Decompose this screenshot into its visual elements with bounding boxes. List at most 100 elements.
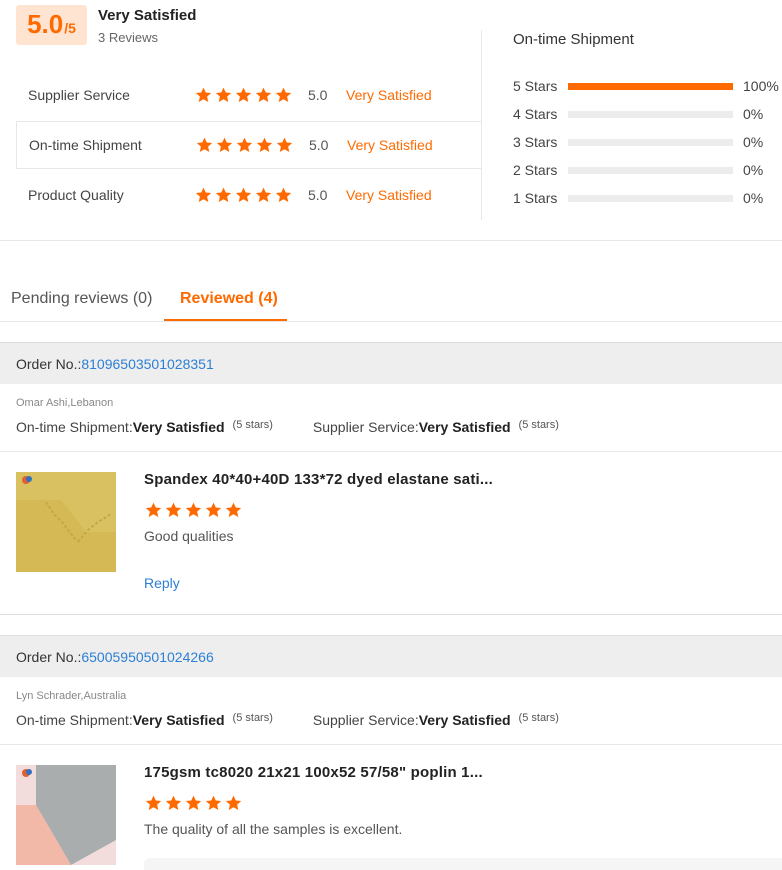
metric-value: 5.0 bbox=[309, 137, 329, 153]
star-rating bbox=[195, 136, 294, 154]
product-star-rating bbox=[144, 794, 243, 812]
metric-value: 5.0 bbox=[308, 87, 328, 103]
reply-link[interactable]: Reply bbox=[144, 575, 180, 591]
order-divider bbox=[0, 451, 782, 452]
metric-satisfaction: Very Satisfied bbox=[347, 137, 433, 153]
reply-box bbox=[144, 858, 782, 870]
metric-value: 5.0 bbox=[308, 187, 328, 203]
distribution-label: 1 Stars bbox=[513, 190, 558, 206]
star-icon bbox=[275, 187, 292, 202]
reviewer-name: Omar Ashi,Lebanon bbox=[16, 397, 114, 409]
star-icon bbox=[215, 187, 232, 202]
star-icon bbox=[256, 137, 273, 152]
product-thumbnail[interactable] bbox=[16, 765, 116, 865]
distribution-row: 2 Stars 0% bbox=[513, 160, 781, 180]
star-icon bbox=[255, 187, 272, 202]
distribution-percent: 0% bbox=[743, 162, 764, 178]
distribution-bar bbox=[568, 194, 733, 202]
star-icon bbox=[145, 502, 162, 517]
order-number-link[interactable]: 65005950501024266 bbox=[81, 649, 213, 665]
overall-score: 5.0 bbox=[27, 9, 64, 39]
review-text: The quality of all the samples is excell… bbox=[144, 821, 403, 837]
distribution-row: 1 Stars 0% bbox=[513, 188, 781, 208]
overall-rating-label: Very Satisfied bbox=[98, 7, 197, 24]
star-icon bbox=[225, 502, 242, 517]
distribution-bar bbox=[568, 138, 733, 146]
review-count: 3 Reviews bbox=[98, 30, 158, 45]
shipment-value: Very Satisfied bbox=[132, 712, 225, 728]
service-value: Very Satisfied bbox=[418, 712, 511, 728]
tabs-divider bbox=[0, 321, 782, 322]
star-icon bbox=[196, 137, 213, 152]
star-icon bbox=[225, 795, 242, 810]
tab-pending-reviews[interactable]: Pending reviews (0) bbox=[11, 290, 152, 308]
service-value: Very Satisfied bbox=[418, 419, 511, 435]
distribution-percent: 0% bbox=[743, 190, 764, 206]
star-icon bbox=[165, 502, 182, 517]
distribution-percent: 0% bbox=[743, 106, 764, 122]
metric-row-supplier-service: Supplier Service 5.0 Very Satisfied bbox=[16, 71, 481, 119]
order-number-label: Order No.: bbox=[16, 648, 82, 665]
section-divider bbox=[0, 240, 782, 241]
service-label: Supplier Service: bbox=[312, 419, 419, 435]
distribution-bar-fill bbox=[568, 82, 733, 90]
distribution-bar bbox=[568, 82, 733, 90]
distribution-row: 4 Stars 0% bbox=[513, 104, 781, 124]
star-icon bbox=[276, 137, 293, 152]
star-icon bbox=[205, 795, 222, 810]
star-icon bbox=[195, 187, 212, 202]
order-ratings: On-time Shipment: Very Satisfied (5 star… bbox=[16, 712, 559, 728]
distribution-label: 4 Stars bbox=[513, 106, 558, 122]
review-text: Good qualities bbox=[144, 528, 234, 544]
distribution-percent: 0% bbox=[743, 134, 764, 150]
product-title[interactable]: 175gsm tc8020 21x21 100x52 57/58" poplin… bbox=[144, 764, 483, 781]
star-icon bbox=[236, 137, 253, 152]
distribution-row: 3 Stars 0% bbox=[513, 132, 781, 152]
star-icon bbox=[255, 87, 272, 102]
shipment-value: Very Satisfied bbox=[132, 419, 225, 435]
order-divider bbox=[0, 744, 782, 745]
distribution-label: 2 Stars bbox=[513, 162, 558, 178]
summary-divider bbox=[481, 30, 482, 220]
distribution-percent: 100% bbox=[743, 78, 779, 94]
star-icon bbox=[145, 795, 162, 810]
service-label: Supplier Service: bbox=[312, 712, 419, 728]
star-rating bbox=[194, 186, 293, 204]
star-icon bbox=[185, 795, 202, 810]
distribution-row: 5 Stars 100% bbox=[513, 76, 781, 96]
order-number-link[interactable]: 81096503501028351 bbox=[81, 356, 213, 372]
metric-satisfaction: Very Satisfied bbox=[346, 187, 432, 203]
star-icon bbox=[205, 502, 222, 517]
reviewer-name: Lyn Schrader,Australia bbox=[16, 690, 127, 702]
product-thumbnail[interactable] bbox=[16, 472, 116, 572]
product-title[interactable]: Spandex 40*40+40D 133*72 dyed elastane s… bbox=[144, 471, 493, 488]
order-ratings: On-time Shipment: Very Satisfied (5 star… bbox=[16, 419, 559, 435]
tab-reviewed[interactable]: Reviewed (4) bbox=[180, 290, 278, 308]
star-icon bbox=[165, 795, 182, 810]
overall-score-badge: 5.0 /5 bbox=[16, 5, 87, 45]
distribution-title: On-time Shipment bbox=[513, 31, 634, 48]
service-stars: (5 stars) bbox=[518, 712, 559, 724]
metric-name: Product Quality bbox=[28, 187, 124, 203]
metric-row-on-time-shipment[interactable]: On-time Shipment 5.0 Very Satisfied bbox=[16, 121, 481, 169]
shipment-stars: (5 stars) bbox=[232, 712, 273, 724]
star-icon bbox=[275, 87, 292, 102]
distribution-bar bbox=[568, 110, 733, 118]
order-header: Order No.: 81096503501028351 bbox=[0, 342, 782, 384]
shipment-stars: (5 stars) bbox=[232, 419, 273, 431]
metric-name: Supplier Service bbox=[28, 87, 130, 103]
metric-satisfaction: Very Satisfied bbox=[346, 87, 432, 103]
metric-row-product-quality: Product Quality 5.0 Very Satisfied bbox=[16, 171, 481, 219]
star-icon bbox=[215, 87, 232, 102]
shipment-label: On-time Shipment: bbox=[16, 419, 133, 435]
distribution-label: 3 Stars bbox=[513, 134, 558, 150]
service-stars: (5 stars) bbox=[518, 419, 559, 431]
star-icon bbox=[216, 137, 233, 152]
shipment-label: On-time Shipment: bbox=[16, 712, 133, 728]
metric-name: On-time Shipment bbox=[29, 137, 142, 153]
star-icon bbox=[235, 87, 252, 102]
order-separator bbox=[0, 614, 782, 615]
star-rating bbox=[194, 86, 293, 104]
star-icon bbox=[195, 87, 212, 102]
distribution-bar bbox=[568, 166, 733, 174]
